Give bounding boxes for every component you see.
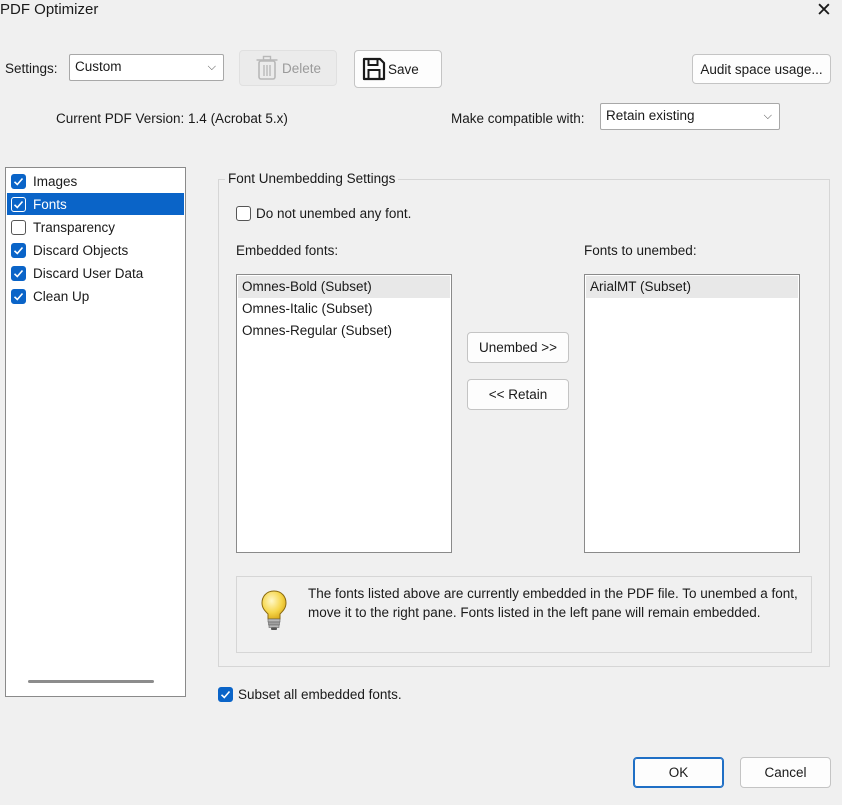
check-icon: [13, 246, 24, 255]
ok-label: OK: [668, 765, 689, 780]
sidebar-item-label: Discard Objects: [33, 242, 129, 258]
fonts-to-unembed-list[interactable]: ArialMT (Subset): [584, 274, 800, 553]
audit-label: Audit space usage...: [700, 61, 823, 77]
images-checkbox[interactable]: [11, 173, 26, 189]
list-item[interactable]: Omnes-Bold (Subset): [238, 276, 450, 298]
info-text-line2: move it to the right pane. Fonts listed …: [308, 605, 761, 620]
category-list: Images Fonts Transparency Discard Object…: [5, 167, 186, 697]
sidebar-item-label: Clean Up: [33, 288, 90, 304]
info-box: The fonts listed above are currently emb…: [236, 576, 812, 653]
close-icon[interactable]: ✕: [812, 0, 836, 24]
fonts-checkbox[interactable]: [11, 196, 26, 212]
audit-space-usage-button[interactable]: Audit space usage...: [692, 54, 831, 84]
sidebar-item-label: Transparency: [33, 219, 116, 235]
discard-objects-checkbox[interactable]: [11, 242, 26, 258]
no-unembed-label: Do not unembed any font.: [256, 206, 412, 221]
embedded-fonts-list[interactable]: Omnes-Bold (Subset) Omnes-Italic (Subset…: [236, 274, 452, 553]
save-button[interactable]: Save: [354, 50, 442, 88]
trash-icon: [256, 55, 278, 80]
unembed-fonts-label: Fonts to unembed:: [584, 243, 697, 258]
subset-label: Subset all embedded fonts.: [238, 687, 402, 702]
subset-checkbox[interactable]: [218, 687, 233, 702]
lightbulb-icon: [261, 590, 287, 630]
check-icon: [220, 690, 231, 699]
sidebar-item-fonts[interactable]: Fonts: [7, 193, 184, 215]
floppy-disk-icon: [362, 57, 386, 81]
settings-value: Custom: [75, 59, 122, 74]
clean-up-checkbox[interactable]: [11, 288, 26, 304]
compat-dropdown[interactable]: Retain existing ⌵: [600, 103, 780, 130]
ok-button[interactable]: OK: [633, 757, 724, 788]
check-icon: [13, 269, 24, 278]
horizontal-scrollbar[interactable]: [28, 680, 154, 683]
window-title: PDF Optimizer: [0, 1, 99, 18]
embedded-fonts-label: Embedded fonts:: [236, 243, 339, 258]
retain-label: << Retain: [488, 387, 548, 402]
no-unembed-checkbox[interactable]: [236, 206, 251, 221]
transparency-checkbox[interactable]: [11, 219, 26, 235]
delete-button[interactable]: Delete: [239, 50, 337, 86]
sidebar-item-label: Fonts: [33, 196, 67, 212]
sidebar-item-transparency[interactable]: Transparency: [7, 216, 184, 238]
retain-button[interactable]: << Retain: [467, 379, 569, 410]
check-icon: [13, 292, 24, 301]
chevron-down-icon: ⌵: [763, 110, 772, 122]
sidebar-item-label: Images: [33, 173, 78, 189]
list-item[interactable]: Omnes-Italic (Subset): [238, 298, 450, 320]
sidebar-item-discard-user-data[interactable]: Discard User Data: [7, 262, 184, 284]
pdf-version-text: Current PDF Version: 1.4 (Acrobat 5.x): [56, 111, 288, 126]
settings-dropdown[interactable]: Custom ⌵: [69, 54, 224, 81]
check-icon: [13, 177, 24, 186]
sidebar-item-images[interactable]: Images: [7, 170, 184, 192]
save-label: Save: [388, 61, 419, 77]
no-unembed-option[interactable]: Do not unembed any font.: [236, 206, 411, 221]
unembed-label: Unembed >>: [478, 340, 558, 355]
compat-value: Retain existing: [606, 108, 695, 123]
group-title: Font Unembedding Settings: [225, 171, 399, 186]
cancel-button[interactable]: Cancel: [740, 757, 831, 788]
chevron-down-icon: ⌵: [207, 61, 216, 73]
subset-option[interactable]: Subset all embedded fonts.: [218, 687, 402, 702]
info-text-line1: The fonts listed above are currently emb…: [308, 586, 798, 601]
cancel-label: Cancel: [764, 765, 807, 780]
delete-label: Delete: [281, 60, 322, 76]
sidebar-item-discard-objects[interactable]: Discard Objects: [7, 239, 184, 261]
sidebar-item-clean-up[interactable]: Clean Up: [7, 285, 184, 307]
discard-user-data-checkbox[interactable]: [11, 265, 26, 281]
settings-label: Settings:: [5, 61, 58, 76]
sidebar-item-label: Discard User Data: [33, 265, 144, 281]
list-item[interactable]: ArialMT (Subset): [586, 276, 798, 298]
check-icon: [13, 200, 24, 209]
compat-label: Make compatible with:: [451, 111, 585, 126]
unembed-button[interactable]: Unembed >>: [467, 332, 569, 363]
list-item[interactable]: Omnes-Regular (Subset): [238, 320, 450, 342]
